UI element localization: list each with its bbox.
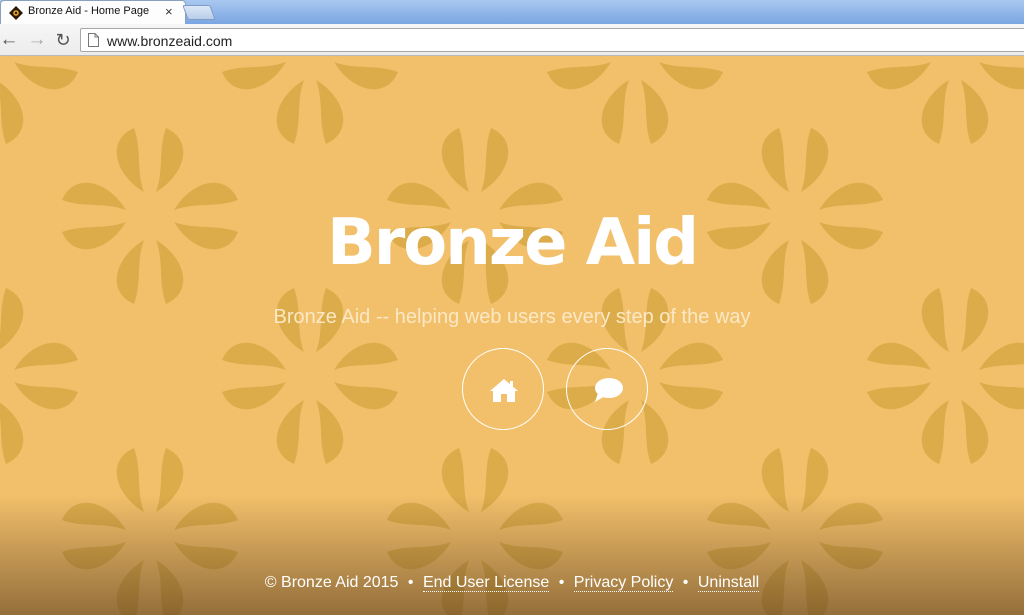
new-tab-button[interactable]	[182, 5, 216, 20]
forward-arrow-icon[interactable]: →	[26, 29, 48, 51]
uninstall-link[interactable]: Uninstall	[697, 574, 760, 592]
end-user-license-link[interactable]: End User License	[422, 574, 550, 592]
footer-separator: •	[682, 574, 689, 591]
tab-bronze-aid[interactable]: Bronze Aid - Home Page ×	[0, 0, 186, 24]
bronze-aid-favicon-icon	[9, 6, 23, 20]
footer-separator: •	[407, 574, 414, 591]
home-button[interactable]	[462, 348, 544, 430]
tab-strip: Bronze Aid - Home Page ×	[0, 0, 1024, 24]
footer-separator: •	[558, 574, 565, 591]
back-arrow-icon[interactable]: ←	[0, 29, 20, 51]
site-tagline: Bronze Aid -- helping web users every st…	[273, 306, 751, 328]
footer: © Bronze Aid 2015 • End User License • P…	[0, 574, 1024, 592]
browser-toolbar: ← → ↻ www.bronzeaid.com	[0, 24, 1024, 56]
home-icon	[490, 379, 518, 402]
chat-bubble-icon	[595, 378, 623, 402]
tab-close-icon[interactable]: ×	[165, 4, 173, 20]
tab-title: Bronze Aid - Home Page	[28, 5, 150, 17]
page-content: Bronze Aid Bronze Aid -- helping web use…	[0, 56, 1024, 615]
reload-icon[interactable]: ↻	[52, 29, 74, 51]
site-title: Bronze Aid	[326, 206, 699, 280]
page-icon	[88, 33, 99, 47]
address-bar[interactable]: www.bronzeaid.com	[80, 28, 1024, 52]
bottom-gradient	[0, 495, 1024, 615]
copyright-text: © Bronze Aid 2015	[264, 574, 399, 591]
privacy-policy-link[interactable]: Privacy Policy	[573, 574, 674, 592]
chat-button[interactable]	[566, 348, 648, 430]
url-text[interactable]: www.bronzeaid.com	[107, 33, 232, 49]
